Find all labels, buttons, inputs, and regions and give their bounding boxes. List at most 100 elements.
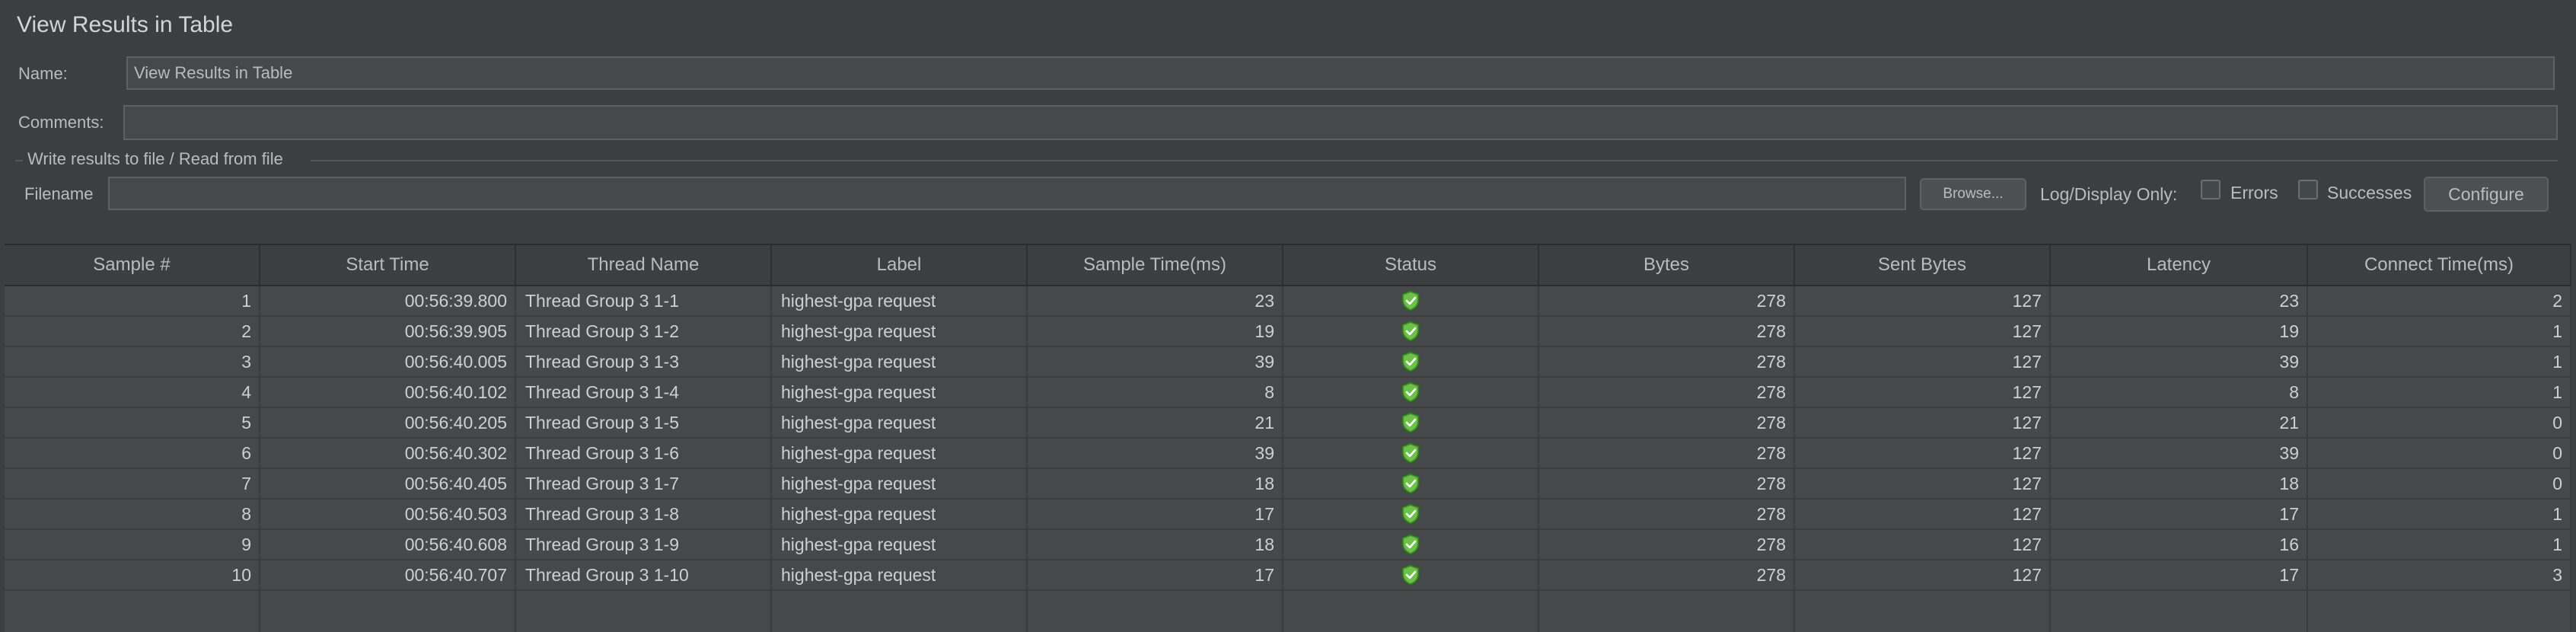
cell-sample-time: 18	[1028, 530, 1283, 559]
table-row[interactable]: 7 00:56:40.405 Thread Group 3 1-7 highest-g…	[5, 469, 2571, 500]
cell-label: highest-gpa request	[772, 408, 1028, 437]
table-row[interactable]: 5 00:56:40.205 Thread Group 3 1-5 highest-g…	[5, 408, 2571, 439]
empty-cell	[1539, 591, 1795, 632]
cell-start-time: 00:56:40.005	[260, 347, 516, 376]
browse-button[interactable]: Browse...	[1920, 178, 2026, 210]
cell-sample-number: 7	[5, 469, 260, 498]
successes-checkbox[interactable]	[2298, 180, 2318, 199]
column-header-status[interactable]: Status	[1283, 245, 1539, 285]
table-row[interactable]: 3 00:56:40.005 Thread Group 3 1-3 highest-g…	[5, 347, 2571, 378]
table-row[interactable]: 4 00:56:40.102 Thread Group 3 1-4 highest-g…	[5, 378, 2571, 408]
table-header: Sample # Start Time Thread Name Label Sample…	[5, 244, 2571, 286]
cell-label: highest-gpa request	[772, 378, 1028, 407]
cell-sample-time: 17	[1028, 500, 1283, 528]
cell-sample-time: 23	[1028, 286, 1283, 315]
empty-cell	[5, 591, 260, 632]
table-row[interactable]: 2 00:56:39.905 Thread Group 3 1-2 highest-g…	[5, 317, 2571, 347]
success-shield-icon	[1401, 534, 1420, 555]
cell-sent-bytes: 127	[1795, 317, 2051, 346]
success-shield-icon	[1401, 442, 1420, 464]
cell-sample-number: 3	[5, 347, 260, 376]
column-header-start-time[interactable]: Start Time	[260, 245, 516, 285]
cell-sample-number: 2	[5, 317, 260, 346]
success-shield-icon	[1401, 412, 1420, 433]
table-row[interactable]: 1 00:56:39.800 Thread Group 3 1-1 highest-g…	[5, 286, 2571, 317]
cell-connect-time: 1	[2308, 347, 2571, 376]
table-body: 1 00:56:39.800 Thread Group 3 1-1 highest-g…	[5, 286, 2571, 632]
success-shield-icon	[1401, 503, 1420, 525]
name-field[interactable]	[126, 56, 2555, 90]
cell-sample-number: 6	[5, 439, 260, 468]
group-border	[15, 160, 23, 161]
comments-field[interactable]	[123, 105, 2558, 140]
empty-cell	[772, 591, 1028, 632]
results-table: Sample # Start Time Thread Name Label Sample…	[5, 244, 2571, 632]
column-header-thread-name[interactable]: Thread Name	[516, 245, 772, 285]
column-header-sent-bytes[interactable]: Sent Bytes	[1795, 245, 2051, 285]
status-cell	[1283, 530, 1539, 559]
cell-sample-time: 39	[1028, 439, 1283, 468]
cell-label: highest-gpa request	[772, 469, 1028, 498]
cell-connect-time: 1	[2308, 317, 2571, 346]
filename-label: Filename	[24, 184, 94, 203]
cell-start-time: 00:56:40.503	[260, 500, 516, 528]
column-header-connect-time[interactable]: Connect Time(ms)	[2308, 245, 2571, 285]
cell-sample-time: 19	[1028, 317, 1283, 346]
cell-bytes: 278	[1539, 408, 1795, 437]
column-header-label[interactable]: Label	[772, 245, 1028, 285]
log-display-label: Log/Display Only:	[2040, 184, 2178, 204]
cell-thread-name: Thread Group 3 1-6	[516, 439, 772, 468]
status-cell	[1283, 286, 1539, 315]
cell-start-time: 00:56:40.405	[260, 469, 516, 498]
cell-start-time: 00:56:40.302	[260, 439, 516, 468]
cell-latency: 8	[2051, 378, 2308, 407]
table-row[interactable]: 8 00:56:40.503 Thread Group 3 1-8 highest-g…	[5, 500, 2571, 530]
file-group-title: Write results to file / Read from file	[27, 149, 283, 168]
cell-sample-time: 39	[1028, 347, 1283, 376]
status-cell	[1283, 347, 1539, 376]
cell-bytes: 278	[1539, 530, 1795, 559]
cell-sent-bytes: 127	[1795, 500, 2051, 528]
errors-checkbox[interactable]	[2201, 180, 2221, 199]
success-shield-icon	[1401, 290, 1420, 311]
cell-bytes: 278	[1539, 286, 1795, 315]
success-shield-icon	[1401, 564, 1420, 586]
cell-sample-number: 9	[5, 530, 260, 559]
name-label: Name:	[18, 64, 68, 83]
column-header-sample-time[interactable]: Sample Time(ms)	[1028, 245, 1283, 285]
cell-connect-time: 1	[2308, 378, 2571, 407]
cell-sample-number: 5	[5, 408, 260, 437]
view-results-panel: View Results in Table Name: Comments: Wr…	[0, 0, 2576, 632]
filename-field[interactable]	[108, 177, 1906, 210]
cell-start-time: 00:56:40.205	[260, 408, 516, 437]
cell-bytes: 278	[1539, 560, 1795, 589]
cell-bytes: 278	[1539, 347, 1795, 376]
cell-thread-name: Thread Group 3 1-8	[516, 500, 772, 528]
cell-sample-time: 18	[1028, 469, 1283, 498]
column-header-latency[interactable]: Latency	[2051, 245, 2308, 285]
cell-bytes: 278	[1539, 500, 1795, 528]
table-row[interactable]: 9 00:56:40.608 Thread Group 3 1-9 highest-g…	[5, 530, 2571, 560]
cell-connect-time: 0	[2308, 439, 2571, 468]
empty-cell	[260, 591, 516, 632]
column-header-bytes[interactable]: Bytes	[1539, 245, 1795, 285]
cell-bytes: 278	[1539, 469, 1795, 498]
cell-connect-time: 0	[2308, 469, 2571, 498]
cell-start-time: 00:56:39.800	[260, 286, 516, 315]
cell-label: highest-gpa request	[772, 500, 1028, 528]
table-row[interactable]: 10 00:56:40.707 Thread Group 3 1-10 highest…	[5, 560, 2571, 591]
cell-start-time: 00:56:40.608	[260, 530, 516, 559]
cell-thread-name: Thread Group 3 1-7	[516, 469, 772, 498]
cell-label: highest-gpa request	[772, 286, 1028, 315]
cell-start-time: 00:56:40.102	[260, 378, 516, 407]
cell-connect-time: 1	[2308, 500, 2571, 528]
cell-sent-bytes: 127	[1795, 560, 2051, 589]
cell-sent-bytes: 127	[1795, 286, 2051, 315]
column-header-sample-number[interactable]: Sample #	[5, 245, 260, 285]
cell-sent-bytes: 127	[1795, 347, 2051, 376]
success-shield-icon	[1401, 351, 1420, 372]
configure-button[interactable]: Configure	[2424, 177, 2549, 212]
cell-connect-time: 1	[2308, 530, 2571, 559]
panel-title: View Results in Table	[17, 12, 234, 37]
table-row[interactable]: 6 00:56:40.302 Thread Group 3 1-6 highest-g…	[5, 439, 2571, 469]
